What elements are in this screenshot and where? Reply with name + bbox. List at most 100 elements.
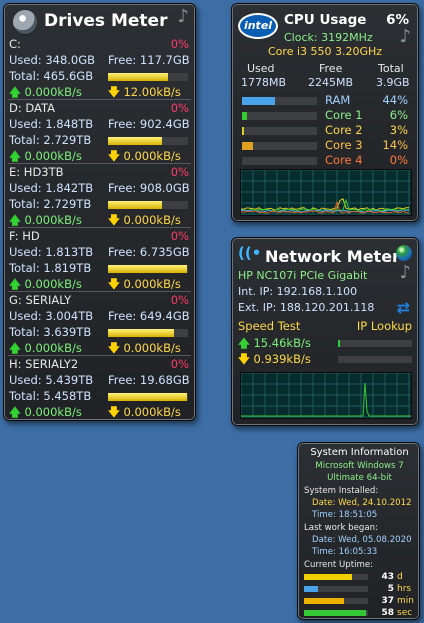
ip-lookup-link[interactable]: IP Lookup [357, 319, 412, 333]
lastwork-label: Last work began: [304, 523, 378, 533]
drive-usage-bar [108, 201, 188, 209]
arrow-down-icon: 🡇 [108, 405, 120, 419]
globe-icon[interactable] [396, 245, 412, 261]
drive-name: G: SERIALY [9, 293, 72, 307]
drive-read-value: 0.000kB/s [24, 213, 82, 227]
drives-meter-title: Drives Meter [44, 11, 168, 31]
arrow-up-icon: 🡅 [9, 341, 21, 355]
drive-used: Used: 1.848TB [9, 117, 94, 131]
drive-name: E: HD3TB [9, 165, 64, 179]
cpu-row-bar [242, 142, 317, 150]
download-speed-value: 0.939kB/s [253, 352, 311, 366]
installed-label: System Installed: [304, 486, 379, 496]
arrow-down-icon: 🡇 [108, 277, 120, 291]
drive-usage-bar-fill [108, 265, 188, 273]
drive-activity-percent: 0% [170, 37, 189, 51]
arrow-up-icon: 🡅 [9, 213, 21, 227]
drive-write-value: 12.00kB/s [123, 85, 181, 99]
drive-usage-bar-fill [108, 201, 163, 209]
arrow-up-icon: 🡅 [9, 85, 21, 99]
uptime-value: 58 [381, 608, 394, 618]
cpu-row-percent: 6% [389, 108, 408, 122]
uptime-unit: hrs [397, 584, 412, 594]
drive-write-speed: 🡇 0.000kB/s [108, 404, 181, 421]
drive-write-value: 0.000kB/s [123, 149, 181, 163]
cpu-model: Core i3 550 3.20GHz [268, 45, 383, 58]
drive-free: Free: 649.4GB [108, 309, 190, 323]
cpu-row-bar [242, 157, 317, 165]
drive-read-value: 0.000kB/s [24, 405, 82, 419]
uptime-bar-fill [304, 610, 367, 616]
cpu-row-bar-fill [242, 97, 275, 105]
download-speed: 🡇 0.939kB/s [238, 352, 311, 371]
external-ip: Ext. IP: 188.120.201.118 [238, 301, 375, 314]
drive-free: Free: 902.4GB [108, 117, 190, 131]
drive-usage-bar-fill [108, 393, 188, 401]
lastwork-date: Date: Wed, 05.08.2020 [312, 535, 412, 545]
cpu-row-label: Core 2 [325, 123, 363, 137]
refresh-icon[interactable]: ⇄ [397, 298, 410, 317]
cpu-row-label: Core 1 [325, 108, 363, 122]
internal-ip: Int. IP: 192.168.1.100 [238, 285, 358, 298]
drive-usage-bar [108, 393, 188, 401]
arrow-down-icon: 🡇 [108, 213, 120, 227]
drive-name: D: DATA [9, 101, 56, 115]
uptime-bar [304, 574, 368, 580]
drive-usage-bar [108, 265, 188, 273]
arrow-up-icon: 🡅 [9, 277, 21, 291]
divider [8, 99, 191, 100]
drive-entry[interactable]: D: DATA 0% Used: 1.848TB Free: 902.4GB Total… [4, 100, 197, 164]
cpu-row-label: RAM [325, 93, 351, 107]
drive-usage-bar [108, 137, 188, 145]
drive-total: Total: 2.729TB [9, 197, 92, 211]
drive-name: H: SERIALY2 [9, 357, 79, 371]
divider [8, 163, 191, 164]
speed-test-link[interactable]: Speed Test [238, 319, 300, 333]
uptime-bar [304, 610, 368, 616]
system-info-title: System Information [310, 447, 409, 458]
drive-usage-bar-fill [108, 73, 168, 81]
drive-free: Free: 908.0GB [108, 181, 190, 195]
drive-entry[interactable]: F: HD 0% Used: 1.813TB Free: 6.735GB Total: … [4, 228, 197, 292]
cpu-row-label: Core 4 [325, 153, 363, 167]
drive-activity-percent: 0% [170, 229, 189, 243]
network-meter-gadget[interactable]: ((• Network Meter ♪ HP NC107i PCIe Gigab… [231, 237, 419, 426]
network-meter-title: Network Meter [265, 247, 400, 266]
drive-entry[interactable]: E: HD3TB 0% Used: 1.842TB Free: 908.0GB Tota… [4, 164, 197, 228]
drive-used: Used: 348.0GB [9, 53, 96, 67]
cpu-row-percent: 14% [382, 138, 408, 152]
mem-used-value: 1778MB [241, 76, 287, 89]
mem-free-value: 2245MB [308, 76, 354, 89]
cpu-history-graph [240, 169, 412, 216]
lastwork-time: Time: 16:05:33 [312, 547, 378, 557]
os-name: Microsoft Windows 7 [315, 461, 404, 471]
cpu-row-bar [242, 112, 317, 120]
intel-logo-icon: intel [238, 13, 278, 39]
drive-write-value: 0.000kB/s [123, 213, 181, 227]
drive-entry[interactable]: C: 0% Used: 348.0GB Free: 117.7GB Total: 465… [4, 36, 197, 100]
divider [8, 291, 191, 292]
upload-speed-value: 15.46kB/s [253, 336, 311, 350]
mem-total-value: 3.9GB [376, 76, 410, 89]
system-information-gadget[interactable]: System Information Microsoft Windows 7 U… [297, 442, 420, 620]
upload-bar [338, 340, 412, 347]
cpu-row-percent: 44% [382, 93, 408, 107]
music-note-icon[interactable]: ♪ [400, 26, 412, 47]
drive-entry[interactable]: H: SERIALY2 0% Used: 5.439TB Free: 19.68GB T… [4, 356, 197, 420]
drive-read-speed: 🡅 0.000kB/s [9, 404, 82, 421]
arrow-down-icon: 🡇 [108, 149, 120, 163]
cpu-row-bar [242, 97, 317, 105]
uptime-bar-fill [304, 598, 344, 604]
drive-entry[interactable]: G: SERIALY 0% Used: 3.004TB Free: 649.4GB To… [4, 292, 197, 356]
drives-meter-gadget[interactable]: Drives Meter ♪ C: 0% Used: 348.0GB Free: 11… [3, 3, 196, 421]
drive-name: C: [9, 37, 21, 51]
uptime-value: 43 [381, 572, 394, 582]
music-note-icon[interactable]: ♪ [178, 6, 190, 27]
drive-free: Free: 117.7GB [108, 53, 190, 67]
arrow-up-icon: 🡅 [238, 336, 250, 350]
music-note-icon[interactable]: ♪ [400, 262, 412, 283]
divider [8, 355, 191, 356]
drive-usage-bar-fill [108, 329, 174, 337]
cpu-usage-gadget[interactable]: intel CPU Usage 6% Clock: 3192MHz ♪ Core… [231, 3, 419, 222]
cpu-row-bar-fill [242, 142, 253, 150]
